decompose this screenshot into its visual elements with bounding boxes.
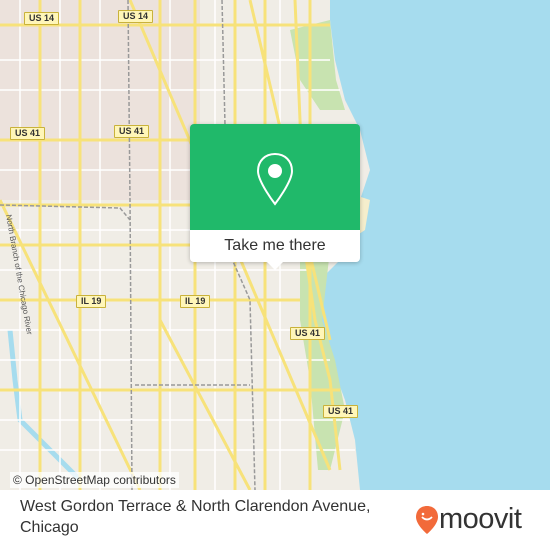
moovit-logo[interactable]: moovit [415,503,522,536]
river-label: North Branch of the Chicago River [4,214,34,336]
route-shield-us41: US 41 [114,125,150,138]
location-popup: Take me there [190,124,360,270]
map-attribution[interactable]: © OpenStreetMap contributors [10,472,179,488]
route-shield-us41: US 41 [290,327,326,340]
route-shield-us41: US 41 [10,127,46,140]
map[interactable]: North Branch of the Chicago River US 14 … [0,0,550,490]
route-shield-us14: US 14 [24,12,60,25]
route-shield-il19: IL 19 [76,295,107,308]
popup-tail [266,261,284,270]
moovit-pin-icon [416,505,438,534]
address-text: West Gordon Terrace & North Clarendon Av… [20,498,371,536]
map-pin-icon [256,152,294,206]
route-shield-us41: US 41 [323,405,359,418]
route-shield-us14: US 14 [118,10,154,23]
take-me-there-button[interactable]: Take me there [190,230,360,262]
popup-header [190,124,360,230]
route-shield-il19: IL 19 [180,295,211,308]
brand-name: moovit [439,503,522,535]
